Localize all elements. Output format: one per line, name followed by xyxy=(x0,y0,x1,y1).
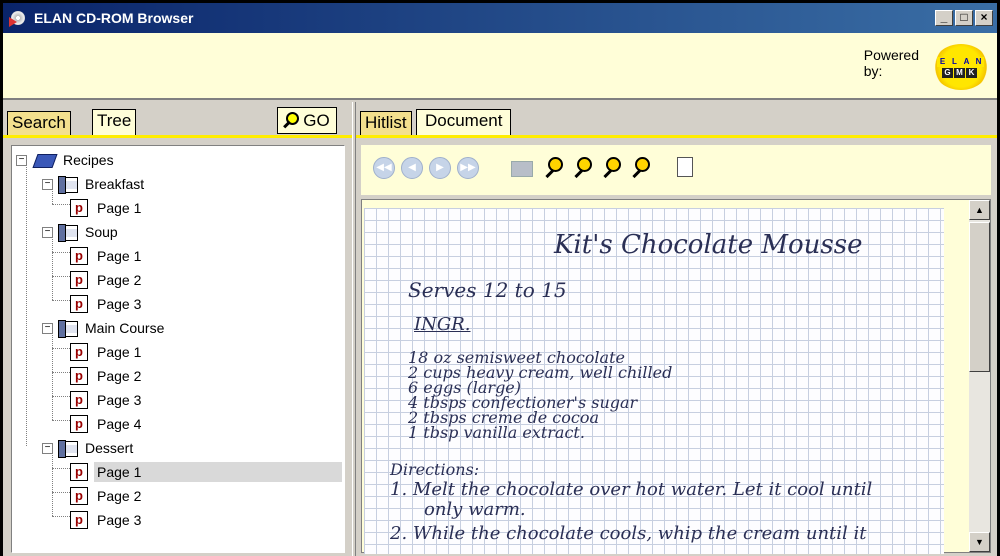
next-page-icon[interactable]: ▶ xyxy=(429,157,451,179)
last-page-icon[interactable]: ▶▶ xyxy=(457,157,479,179)
close-button[interactable]: × xyxy=(975,10,993,26)
collapse-icon[interactable]: − xyxy=(42,226,53,238)
directions-heading: Directions: xyxy=(390,460,480,479)
pdf-page-icon: p xyxy=(70,295,88,313)
tab-tree[interactable]: Tree xyxy=(92,109,137,135)
tree-page[interactable]: p Page 1 xyxy=(70,244,144,268)
go-button[interactable]: GO xyxy=(277,107,337,134)
pdf-page-icon: p xyxy=(70,247,88,265)
zoom-out-icon[interactable] xyxy=(574,157,596,179)
tree-page[interactable]: p Page 2 xyxy=(70,364,144,388)
elan-gmk-logo: E L A N G M K xyxy=(933,44,989,90)
tree-node-recipes[interactable]: − Recipes xyxy=(16,148,117,172)
tree-page[interactable]: p Page 1 xyxy=(70,340,144,364)
ingredient-list: 18 oz semisweet chocolate 2 cups heavy c… xyxy=(408,348,673,442)
left-panel: Search Tree GO − Recipes − Breakfast p P… xyxy=(3,102,352,556)
recipe-title: Kit's Chocolate Mousse xyxy=(554,230,863,260)
pdf-page-icon: p xyxy=(70,463,88,481)
powered-by-text: Powered by: xyxy=(863,47,919,79)
tree-node-dessert[interactable]: − Dessert xyxy=(42,436,136,460)
tree-node-main-course[interactable]: − Main Course xyxy=(42,316,167,340)
tree-page-selected[interactable]: p Page 1 xyxy=(70,460,342,484)
search-magnifier-icon xyxy=(283,111,302,130)
prev-page-icon[interactable]: ◀ xyxy=(401,157,423,179)
collapse-icon[interactable]: − xyxy=(16,154,27,166)
maximize-button[interactable]: □ xyxy=(955,10,973,26)
pdf-page-icon: p xyxy=(70,415,88,433)
directions-text: 1. Melt the chocolate over hot water. Le… xyxy=(390,479,873,544)
pdf-page-icon: p xyxy=(70,487,88,505)
tab-document[interactable]: Document xyxy=(416,109,512,135)
book-icon xyxy=(33,152,57,168)
window-title: ELAN CD-ROM Browser xyxy=(34,10,194,26)
tree-page[interactable]: p Page 2 xyxy=(70,484,144,508)
recipe-serves: Serves 12 to 15 xyxy=(408,278,567,302)
title-bar: ELAN CD-ROM Browser _ □ × xyxy=(3,3,997,33)
pdf-page-icon: p xyxy=(70,367,88,385)
section-book-icon xyxy=(57,319,79,338)
tree-node-soup[interactable]: − Soup xyxy=(42,220,121,244)
tab-search[interactable]: Search xyxy=(7,111,71,135)
scroll-down-icon[interactable]: ▼ xyxy=(969,532,990,552)
app-window: ELAN CD-ROM Browser _ □ × Powered by: E … xyxy=(3,3,997,556)
pdf-page-icon: p xyxy=(70,511,88,529)
print-icon[interactable] xyxy=(511,161,533,177)
right-tab-strip: Hitlist Document xyxy=(356,102,997,138)
pdf-page-icon: p xyxy=(70,199,88,217)
pdf-page-icon: p xyxy=(70,391,88,409)
section-book-icon xyxy=(57,439,79,458)
document-toolbar: ◀◀ ◀ ▶ ▶▶ xyxy=(361,145,991,195)
tab-hitlist[interactable]: Hitlist xyxy=(360,111,412,135)
minimize-button[interactable]: _ xyxy=(935,10,953,26)
left-tab-strip: Search Tree GO xyxy=(3,102,352,138)
first-page-icon[interactable]: ◀◀ xyxy=(373,157,395,179)
collapse-icon[interactable]: − xyxy=(42,442,53,454)
tree-view[interactable]: − Recipes − Breakfast p Page 1 − Soup p … xyxy=(11,145,345,553)
scanned-recipe-page: Kit's Chocolate Mousse Serves 12 to 15 I… xyxy=(364,208,944,554)
zoom-width-icon[interactable] xyxy=(632,157,654,179)
document-viewer[interactable]: Kit's Chocolate Mousse Serves 12 to 15 I… xyxy=(361,199,991,554)
tree-node-breakfast[interactable]: − Breakfast xyxy=(42,172,147,196)
scroll-thumb[interactable] xyxy=(969,222,990,372)
copy-icon[interactable] xyxy=(677,157,693,177)
pdf-page-icon: p xyxy=(70,343,88,361)
tree-page[interactable]: p Page 1 xyxy=(70,196,144,220)
document-scrollbar[interactable]: ▲ ▼ xyxy=(969,200,990,552)
collapse-icon[interactable]: − xyxy=(42,322,53,334)
ingredients-heading: INGR. xyxy=(414,314,471,335)
tree-page[interactable]: p Page 4 xyxy=(70,412,144,436)
zoom-fit-icon[interactable] xyxy=(603,157,625,179)
header-banner: Powered by: E L A N G M K xyxy=(3,33,997,100)
tree-page[interactable]: p Page 2 xyxy=(70,268,144,292)
tree-page[interactable]: p Page 3 xyxy=(70,388,144,412)
pdf-page-icon: p xyxy=(70,271,88,289)
section-book-icon xyxy=(57,175,79,194)
section-book-icon xyxy=(57,223,79,242)
right-panel: Hitlist Document ◀◀ ◀ ▶ ▶▶ Kit's Chocola… xyxy=(356,102,997,556)
tree-page[interactable]: p Page 3 xyxy=(70,292,144,316)
tree-page[interactable]: p Page 3 xyxy=(70,508,144,532)
cd-rom-icon xyxy=(9,9,29,27)
zoom-in-icon[interactable] xyxy=(545,157,567,179)
collapse-icon[interactable]: − xyxy=(42,178,53,190)
scroll-up-icon[interactable]: ▲ xyxy=(969,200,990,220)
